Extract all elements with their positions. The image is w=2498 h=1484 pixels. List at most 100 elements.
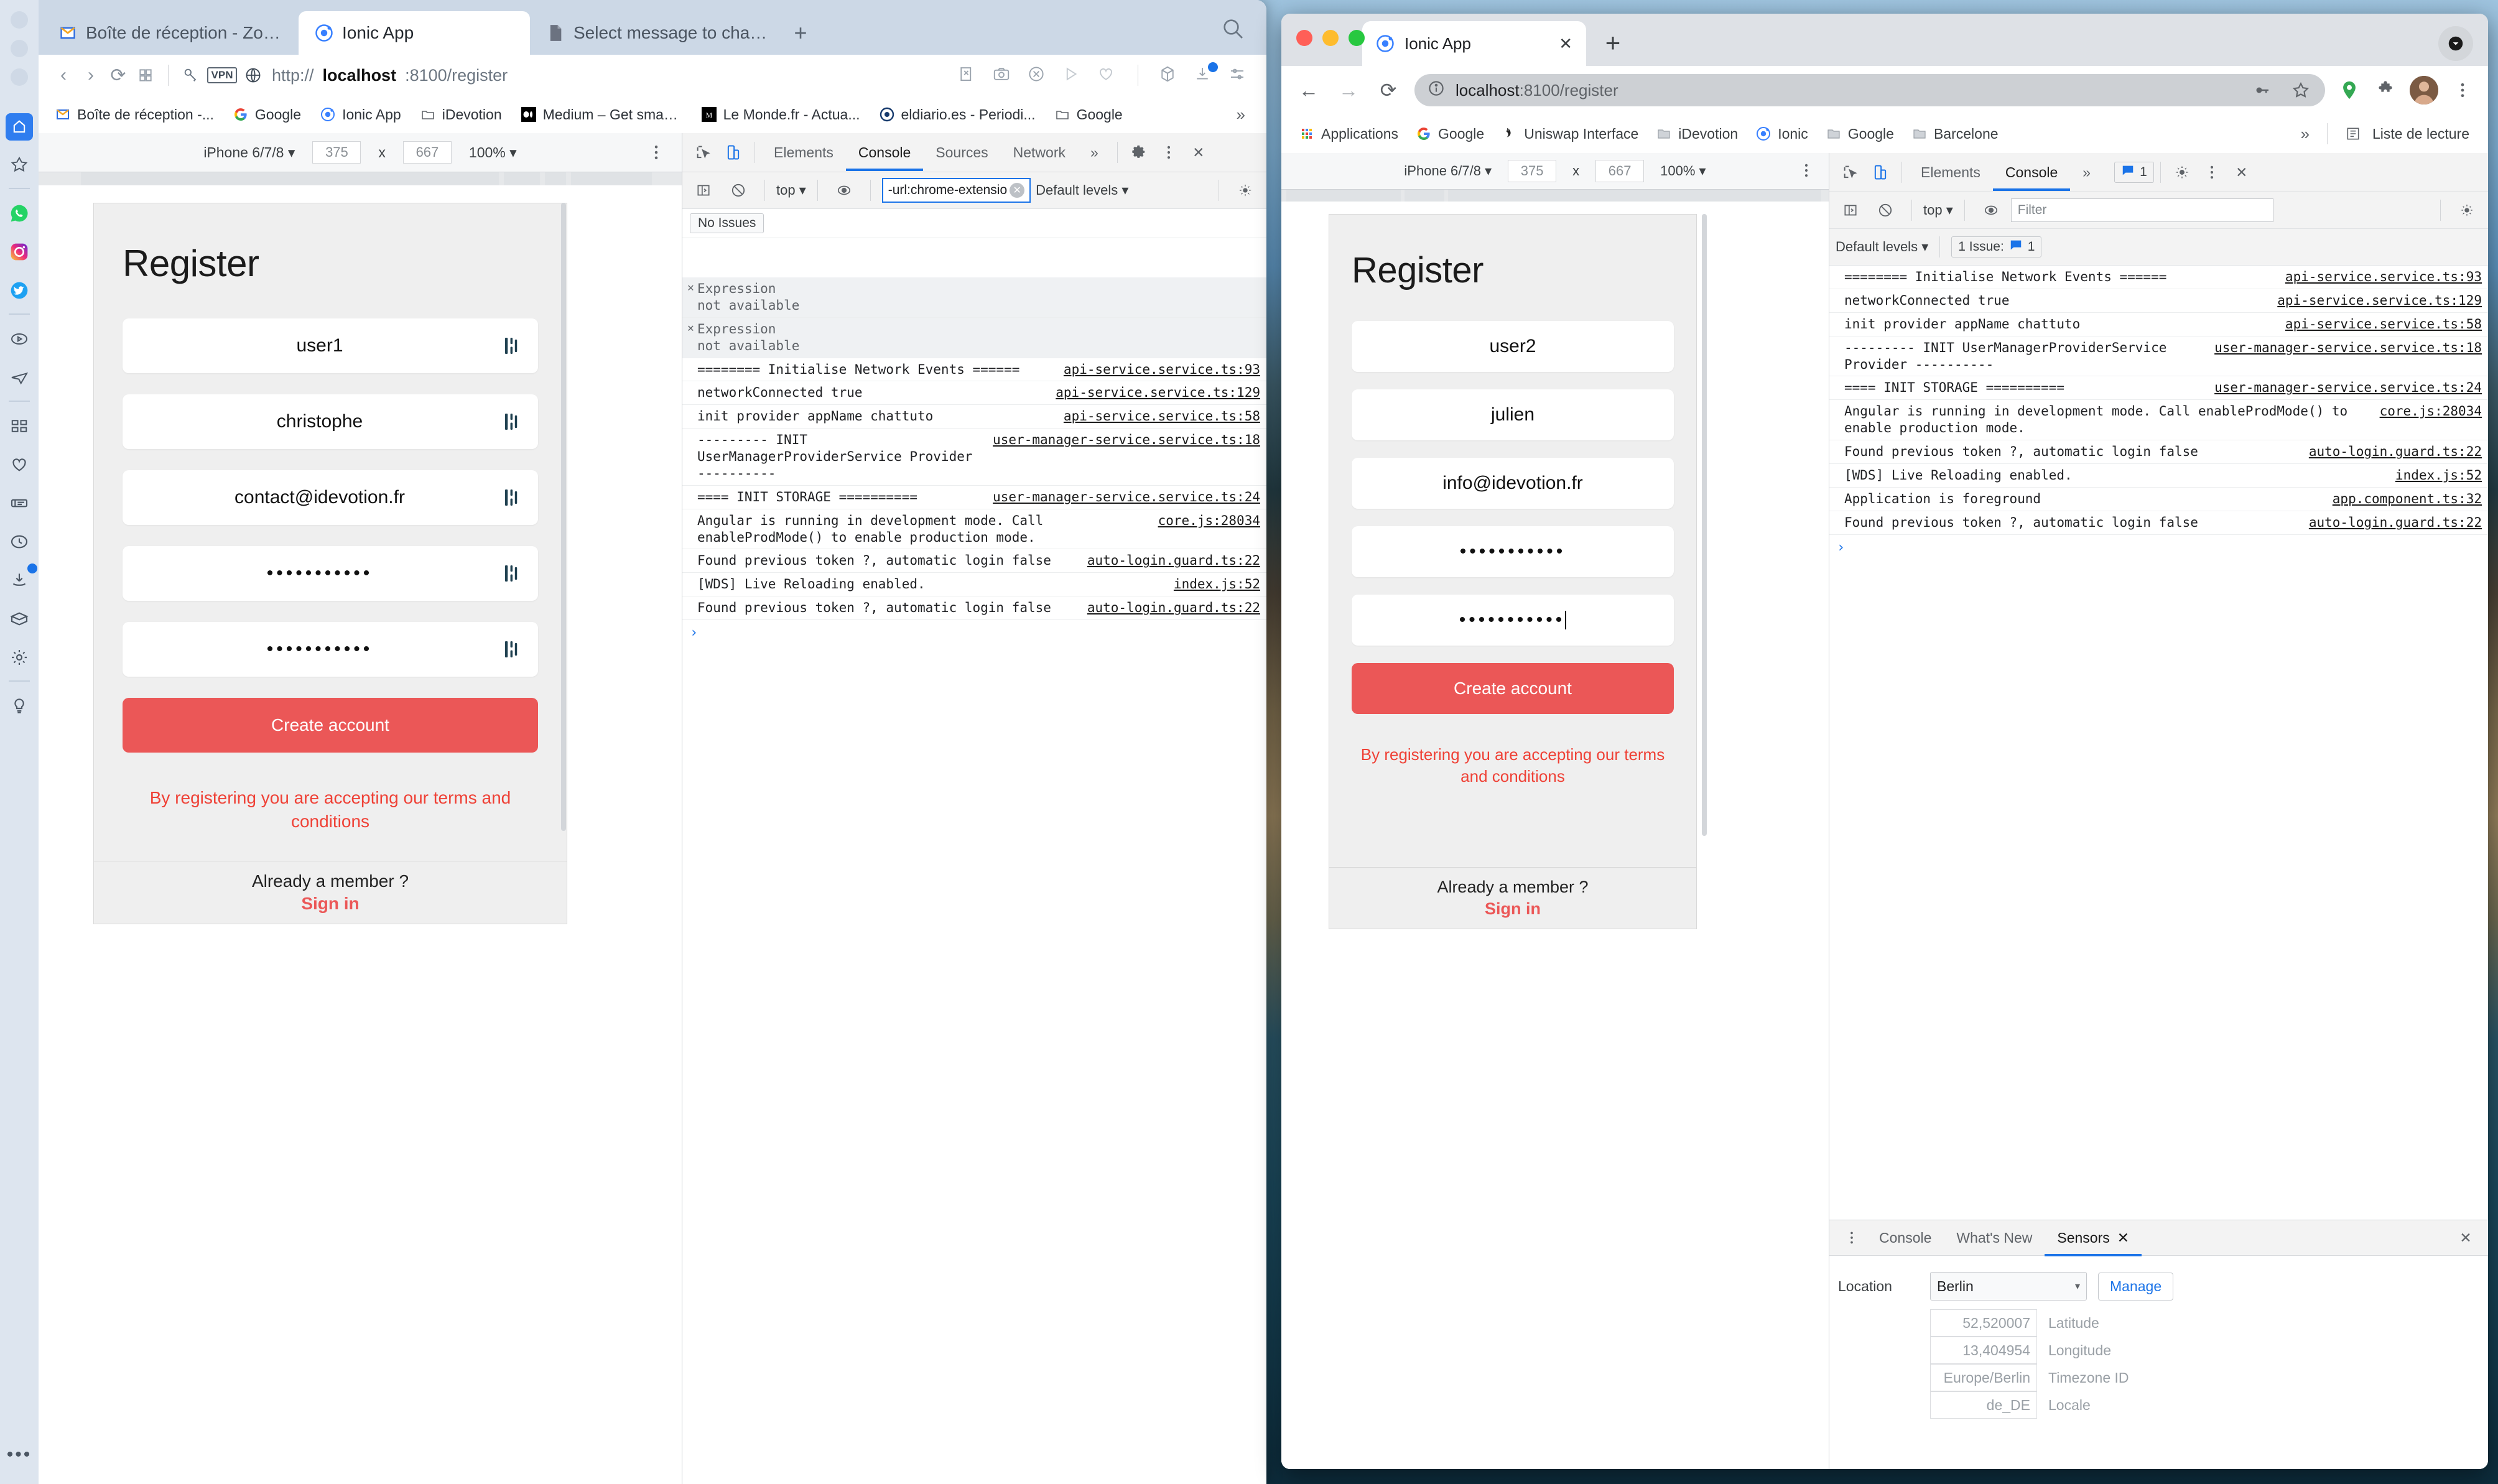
console-row[interactable]: Angular is running in development mode. … [1829, 400, 2488, 440]
tiles-layout-icon[interactable] [132, 62, 159, 89]
chrome-bookmarks-overflow-icon[interactable]: » [2301, 124, 2310, 144]
device-width-input[interactable]: 375 [312, 141, 361, 164]
console-row[interactable]: init provider appName chattuto api-servic… [1829, 313, 2488, 336]
back-icon[interactable]: ‹ [50, 62, 77, 89]
username-field[interactable]: user1 [123, 318, 538, 373]
input-clear-bars-icon[interactable] [501, 414, 522, 430]
clear-console-icon[interactable] [726, 178, 751, 203]
instagram-icon[interactable] [5, 238, 34, 266]
console-source-link[interactable]: auto-login.guard.ts:22 [2309, 443, 2482, 460]
heart-icon[interactable] [5, 450, 34, 479]
devtools-tab-console[interactable]: Console [1993, 154, 2070, 191]
console-source-link[interactable]: api-service.service.ts:58 [1064, 408, 1260, 425]
devtools-more-menu-icon[interactable] [1156, 140, 1181, 165]
console-source-link[interactable]: api-service.service.ts:129 [2277, 292, 2482, 309]
bookmark-barcelone[interactable]: Barcelone [1906, 126, 2004, 142]
console-prompt[interactable]: › [682, 620, 1266, 646]
console-sidebar-icon[interactable] [1838, 198, 1863, 223]
sensor-value-input[interactable]: Europe/Berlin [1930, 1364, 2037, 1391]
console-source-link[interactable]: core.js:28034 [2380, 403, 2482, 420]
console-row[interactable]: networkConnected true api-service.service… [682, 381, 1266, 406]
bookmarks-overflow-icon[interactable]: » [1237, 105, 1256, 124]
sign-in-link[interactable]: Sign in [1329, 899, 1696, 919]
devtools-settings-gear-icon[interactable] [1126, 140, 1151, 165]
bookmark-google[interactable]: Google [1411, 126, 1489, 142]
console-row[interactable]: [WDS] Live Reloading enabled. index.js:52 [1829, 464, 2488, 488]
create-account-button[interactable]: Create account [1352, 663, 1674, 714]
console-row[interactable]: Found previous token ?, automatic login … [1829, 511, 2488, 535]
console-source-link[interactable]: user-manager-service.service.ts:24 [2214, 379, 2482, 396]
site-info-icon[interactable] [1427, 79, 1446, 102]
back-icon[interactable]: ← [1295, 77, 1322, 104]
zoom-select[interactable]: 100% ▾ [1660, 163, 1706, 179]
location-pin-icon[interactable] [2338, 78, 2361, 102]
no-issues-button[interactable]: No Issues [690, 213, 764, 233]
bookmark-medium[interactable]: Medium – Get smart... [514, 106, 689, 123]
tab-select-message[interactable]: Select message to change | Dja [530, 11, 786, 55]
device-more-menu-icon[interactable] [647, 143, 666, 165]
panel-toggle-icon[interactable] [6, 113, 33, 141]
console-row[interactable]: ==== INIT STORAGE ========== user-manager… [1829, 376, 2488, 401]
console-row[interactable]: --------- INIT UserManagerProviderServic… [1829, 336, 2488, 377]
console-context-select[interactable]: top ▾ [776, 182, 806, 198]
package-icon[interactable] [5, 605, 34, 633]
bookmark-lemonde[interactable]: M Le Monde.fr - Actua... [695, 106, 866, 123]
play-icon[interactable] [1062, 65, 1083, 86]
devtools-tab-console[interactable]: Console [846, 134, 923, 171]
console-row[interactable]: --------- INIT UserManagerProviderServic… [682, 429, 1266, 486]
console-prompt[interactable]: › [1829, 535, 2488, 560]
username-field[interactable]: user2 [1352, 321, 1674, 372]
extensions-puzzle-icon[interactable] [2374, 78, 2397, 102]
drawer-more-menu-icon[interactable] [1839, 1225, 1864, 1250]
console-source-link[interactable]: api-service.service.ts:93 [1064, 361, 1260, 378]
inspect-element-icon[interactable] [1838, 160, 1863, 185]
sensor-value-input[interactable]: de_DE [1930, 1391, 2037, 1419]
device-width-input[interactable]: 375 [1508, 160, 1557, 182]
toggle-device-toolbar-icon[interactable] [1868, 160, 1893, 185]
new-tab-button[interactable]: + [1594, 24, 1632, 62]
bookmark-star-icon[interactable] [2289, 78, 2313, 102]
tiles-icon[interactable] [5, 412, 34, 440]
device-height-input[interactable]: 667 [1595, 160, 1645, 182]
vpn-icon[interactable]: VPN [205, 62, 239, 89]
tab-search-dropdown-icon[interactable] [2438, 26, 2473, 61]
drawer-close-icon[interactable]: ✕ [2453, 1225, 2478, 1250]
confirm-password-field[interactable]: ••••••••••• [123, 622, 538, 677]
tab-ionic-app[interactable]: Ionic App [299, 11, 530, 55]
reload-icon[interactable]: ⟳ [104, 62, 132, 89]
manage-locations-button[interactable]: Manage [2098, 1272, 2174, 1301]
devtools-close-icon[interactable]: ✕ [2229, 160, 2254, 185]
console-row[interactable]: Application is foreground app.component.t… [1829, 488, 2488, 511]
console-sidebar-icon[interactable] [691, 178, 716, 203]
block-ads-icon[interactable] [1027, 65, 1048, 86]
console-source-link[interactable]: index.js:52 [1174, 576, 1260, 593]
security-key-icon[interactable] [177, 62, 205, 89]
console-row[interactable]: ======== Initialise Network Events =====… [1829, 266, 2488, 289]
email-field[interactable]: info@idevotion.fr [1352, 458, 1674, 509]
console-row[interactable]: ==== INIT STORAGE ========== user-manager… [682, 486, 1266, 509]
console-levels-select[interactable]: Default levels ▾ [1036, 182, 1128, 198]
page-scrollbar[interactable] [1702, 214, 1707, 836]
more-dots-icon[interactable]: ••• [0, 1444, 39, 1465]
minimize-window-button[interactable] [1322, 30, 1339, 46]
console-source-link[interactable]: user-manager-service.service.ts:18 [2214, 340, 2482, 356]
bookmark-zoho[interactable]: Boîte de réception -... [49, 106, 220, 123]
chrome-tab-ionic-app[interactable]: Ionic App ✕ [1362, 21, 1586, 66]
console-source-link[interactable]: api-service.service.ts:93 [2285, 269, 2482, 285]
devtools-settings-gear-icon[interactable] [2170, 160, 2194, 185]
drawer-tab-whats-new[interactable]: What's New [1944, 1219, 2045, 1256]
bookmarks-star-icon[interactable] [5, 151, 34, 179]
page-scrollbar[interactable] [561, 203, 566, 831]
notes-icon[interactable] [5, 489, 34, 517]
input-clear-bars-icon[interactable] [501, 338, 522, 354]
console-context-select[interactable]: top ▾ [1923, 202, 1953, 218]
devtools-close-icon[interactable]: ✕ [1186, 140, 1211, 165]
inspect-element-icon[interactable] [691, 140, 716, 165]
firstname-field[interactable]: christophe [123, 394, 538, 449]
avatar[interactable] [2410, 76, 2438, 104]
chrome-menu-icon[interactable] [2451, 78, 2474, 102]
password-field[interactable]: ••••••••••• [1352, 526, 1674, 577]
settings-sliders-icon[interactable] [1228, 65, 1249, 86]
console-filter-input[interactable]: Filter [2010, 198, 2273, 222]
live-expression-eye-icon[interactable] [832, 178, 857, 203]
